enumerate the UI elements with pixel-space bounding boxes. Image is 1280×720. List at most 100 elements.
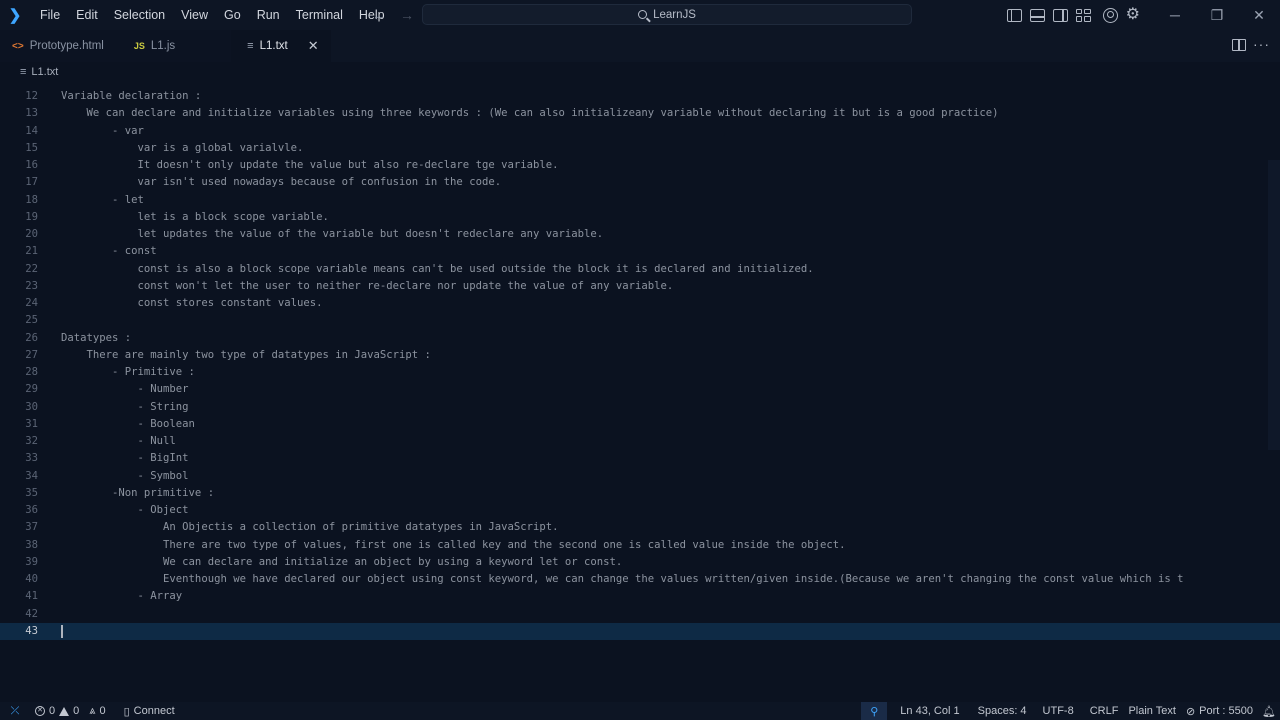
line-text: Eventhough we have declared our object u… — [61, 573, 1184, 585]
line-number: 18 — [25, 193, 38, 206]
menu-file[interactable]: File — [32, 0, 68, 30]
line-number: 39 — [25, 555, 38, 568]
code-line[interactable]: 16 It doesn't only update the value but … — [0, 157, 1280, 174]
window-controls: ─ ❐ ✕ — [1154, 0, 1280, 30]
customize-layout-icon[interactable] — [1075, 8, 1091, 22]
menu-selection[interactable]: Selection — [106, 0, 173, 30]
forward-arrow-icon[interactable]: → — [400, 7, 414, 23]
remote-indicator-icon[interactable]: ⤫ — [0, 702, 30, 720]
code-line[interactable]: 36 - Object — [0, 502, 1280, 519]
code-line[interactable]: 38 There are two type of values, first o… — [0, 537, 1280, 554]
encoding[interactable]: UTF-8 — [1038, 702, 1079, 720]
code-line[interactable]: 29 - Number — [0, 381, 1280, 398]
tab-l1-txt[interactable]: ≡ L1.txt ✕ — [231, 30, 331, 62]
close-window-icon[interactable]: ✕ — [1238, 0, 1280, 30]
editor-scrollbar[interactable] — [1268, 160, 1280, 450]
split-editor-icon[interactable] — [1232, 39, 1246, 51]
minimize-icon[interactable]: ─ — [1154, 0, 1196, 30]
code-line[interactable]: 26 Datatypes : — [0, 330, 1280, 347]
code-line[interactable]: 33 - BigInt — [0, 450, 1280, 467]
toggle-primary-sidebar-icon[interactable] — [1006, 8, 1022, 22]
error-count: 0 — [49, 705, 56, 717]
menu-run[interactable]: Run — [249, 0, 288, 30]
code-line[interactable]: 42 — [0, 606, 1280, 623]
code-line[interactable]: 41 - Array — [0, 588, 1280, 605]
tab-l1-js[interactable]: JS L1.js — [115, 30, 232, 62]
plug-icon: ▯ — [123, 705, 130, 718]
menu-edit[interactable]: Edit — [68, 0, 106, 30]
breadcrumb-file[interactable]: L1.txt — [31, 66, 58, 78]
code-line[interactable]: 13 We can declare and initialize variabl… — [0, 105, 1280, 122]
line-text: - Primitive : — [61, 366, 195, 378]
menu-view[interactable]: View — [173, 0, 216, 30]
bell-icon[interactable]: 🔔︎ — [1258, 705, 1280, 718]
line-text: const stores constant values. — [61, 297, 323, 309]
toggle-secondary-sidebar-icon[interactable] — [1052, 8, 1068, 22]
more-actions-icon[interactable]: ··· — [1253, 36, 1270, 52]
code-line[interactable]: 34 - Symbol — [0, 468, 1280, 485]
code-line[interactable]: 23 const won't let the user to neither r… — [0, 278, 1280, 295]
text-file-icon: ≡ — [247, 40, 254, 52]
code-line[interactable]: 43 — [0, 622, 1280, 640]
code-line[interactable]: 25 — [0, 312, 1280, 329]
close-icon[interactable]: ✕ — [308, 38, 319, 54]
code-line[interactable]: 15 var is a global varialvle. — [0, 140, 1280, 157]
search-icon — [638, 10, 648, 19]
command-center-search[interactable]: LearnJS — [422, 4, 912, 25]
account-icon[interactable] — [1102, 7, 1118, 23]
code-line[interactable]: 22 const is also a block scope variable … — [0, 261, 1280, 278]
code-line[interactable]: 14 - var — [0, 123, 1280, 140]
cursor-position[interactable]: Ln 43, Col 1 — [895, 702, 964, 720]
zoom-icon[interactable]: ⚲ — [861, 702, 888, 720]
code-line[interactable]: 40 Eventhough we have declared our objec… — [0, 571, 1280, 588]
restore-icon[interactable]: ❐ — [1196, 0, 1238, 30]
line-text: - let — [61, 193, 144, 206]
ports-indicator[interactable]: ⩓ 0 — [84, 702, 110, 720]
connect-button[interactable]: ▯ Connect — [119, 702, 180, 720]
code-line[interactable]: 19 let is a block scope variable. — [0, 209, 1280, 226]
code-line[interactable]: 31 - Boolean — [0, 416, 1280, 433]
line-text: - BigInt — [61, 452, 189, 465]
code-line[interactable]: 27 There are mainly two type of datatype… — [0, 347, 1280, 364]
code-line[interactable]: 20 let updates the value of the variable… — [0, 226, 1280, 243]
toggle-panel-icon[interactable] — [1029, 8, 1045, 22]
code-line[interactable]: 37 An Objectis a collection of primitive… — [0, 519, 1280, 536]
port-label: Port : 5500 — [1199, 705, 1253, 717]
line-number: 17 — [25, 176, 38, 189]
live-server-port[interactable]: ⊘ Port : 5500 — [1181, 702, 1258, 720]
code-line[interactable]: 17 var isn't used nowadays because of co… — [0, 174, 1280, 191]
problems-indicator[interactable]: ✕ 0 0 — [30, 702, 84, 720]
menu-terminal[interactable]: Terminal — [288, 0, 351, 30]
navigation-arrows: ← → — [372, 0, 414, 30]
end-of-line[interactable]: CRLF — [1085, 702, 1124, 720]
code-line[interactable]: 18 - let — [0, 192, 1280, 209]
code-line[interactable]: 35 -Non primitive : — [0, 485, 1280, 502]
line-text: There are two type of values, first one … — [61, 538, 846, 551]
code-line[interactable]: 32 - Null — [0, 433, 1280, 450]
layout-controls — [1006, 8, 1091, 22]
line-text: Variable declaration : — [61, 90, 202, 102]
line-number: 23 — [25, 279, 38, 292]
back-arrow-icon[interactable]: ← — [372, 7, 386, 23]
line-number: 24 — [25, 297, 38, 309]
indentation[interactable]: Spaces: 4 — [973, 702, 1032, 720]
menu-bar: File Edit Selection View Go Run Terminal… — [32, 0, 393, 30]
language-mode[interactable]: Plain Text — [1123, 702, 1181, 720]
code-line[interactable]: 24 const stores constant values. — [0, 295, 1280, 312]
code-editor[interactable]: 12 Variable declaration : 13 We can declar… — [0, 88, 1280, 693]
menu-go[interactable]: Go — [216, 0, 249, 30]
gear-icon[interactable]: ⚙ — [1126, 7, 1140, 23]
code-line[interactable]: 28 - Primitive : — [0, 364, 1280, 381]
line-number: 37 — [25, 521, 38, 534]
code-line[interactable]: 30 - String — [0, 399, 1280, 416]
line-number: 16 — [25, 159, 38, 171]
error-icon: ✕ — [35, 706, 45, 716]
code-line[interactable]: 12 Variable declaration : — [0, 88, 1280, 105]
line-number: 27 — [25, 348, 38, 361]
code-line[interactable]: 21 - const — [0, 243, 1280, 260]
line-text: - String — [61, 400, 189, 413]
editor-tab-bar: <> Prototype.html JS L1.js ≡ L1.txt ✕ ··… — [0, 30, 1280, 62]
code-line[interactable]: 39 We can declare and initialize an obje… — [0, 554, 1280, 571]
line-number: 33 — [25, 452, 38, 465]
tab-prototype-html[interactable]: <> Prototype.html — [0, 30, 116, 62]
